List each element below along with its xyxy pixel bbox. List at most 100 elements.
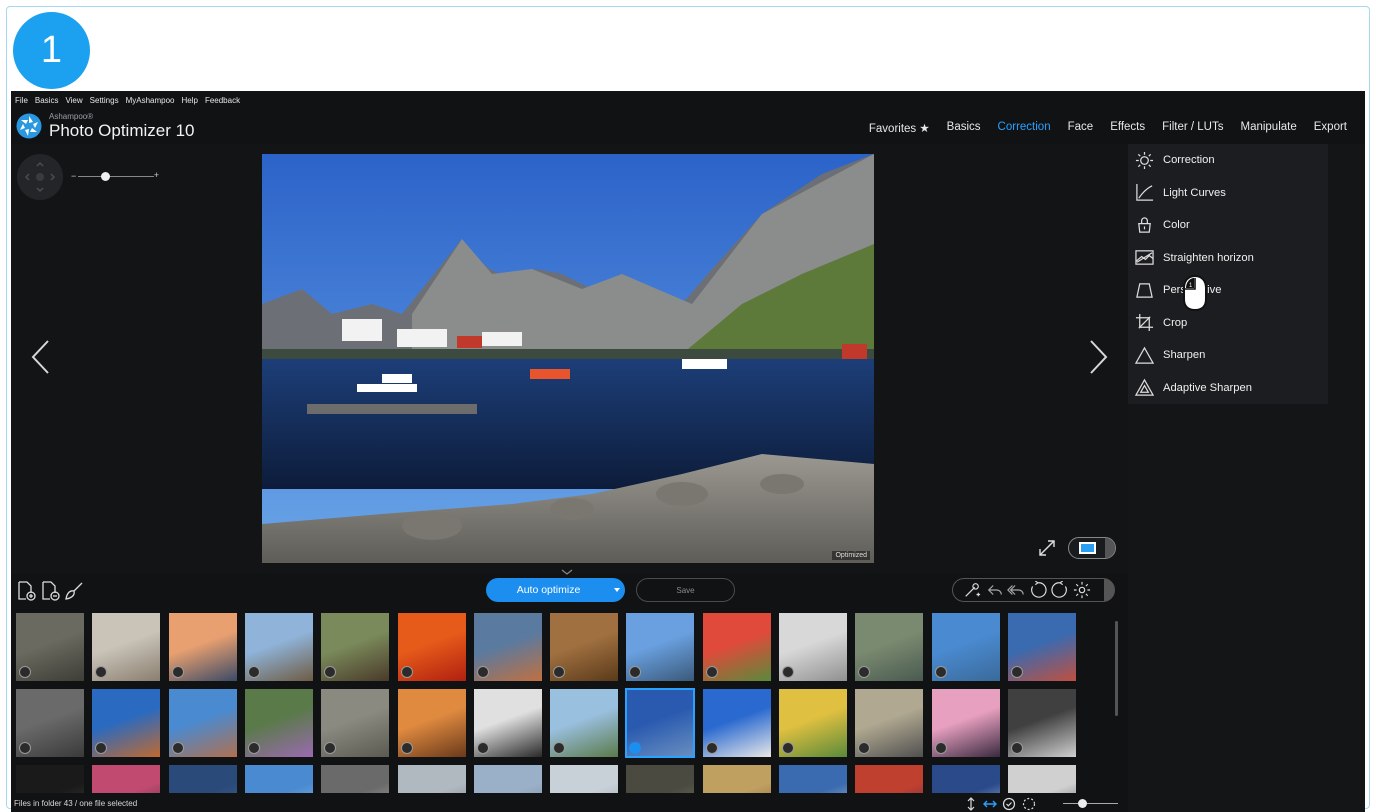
select-circle-icon[interactable] [19, 666, 31, 678]
thumbnail-size-knob[interactable] [1078, 799, 1087, 808]
select-circle-icon[interactable] [705, 742, 718, 754]
menu-view[interactable]: View [65, 96, 82, 105]
thumbnail-item[interactable] [244, 765, 313, 793]
thumbnail-item[interactable] [321, 613, 390, 681]
loading-circle-icon[interactable] [1022, 797, 1036, 811]
thumbnail-item[interactable] [1007, 765, 1076, 793]
thumbnail-item[interactable] [397, 689, 466, 757]
tab-correction[interactable]: Correction [998, 121, 1051, 135]
select-circle-icon[interactable] [95, 666, 108, 678]
thumbnail-item[interactable] [779, 689, 847, 757]
thumbnail-item[interactable] [550, 613, 619, 681]
thumbnail-item[interactable] [16, 765, 84, 793]
select-circle-icon[interactable] [476, 742, 489, 754]
thumbnail-item[interactable] [1007, 613, 1076, 681]
select-circle-icon[interactable] [1010, 742, 1023, 754]
thumbnail-item[interactable] [473, 765, 542, 793]
tab-basics[interactable]: Basics [947, 121, 981, 135]
thumbnail-item[interactable] [168, 765, 237, 793]
thumbnail-item[interactable] [244, 613, 313, 681]
tab-export[interactable]: Export [1314, 121, 1347, 135]
tool-light-curves[interactable]: Light Curves [1128, 177, 1328, 210]
select-circle-icon[interactable] [934, 742, 947, 754]
select-circle-icon[interactable] [19, 742, 31, 754]
tool-perspective[interactable]: Perspective [1128, 274, 1328, 307]
zoom-plus[interactable]: + [154, 170, 159, 180]
tab-favorites[interactable]: Favorites ★ [869, 121, 930, 135]
select-circle-icon[interactable] [171, 742, 184, 754]
thumbnail-item[interactable] [931, 689, 1000, 757]
thumbnail-item[interactable] [779, 765, 847, 793]
zoom-knob[interactable] [101, 172, 110, 181]
vertical-fit-icon[interactable] [964, 797, 978, 811]
zoom-minus[interactable]: − [71, 171, 76, 181]
save-button[interactable]: Save [636, 578, 735, 602]
tool-correction[interactable]: Correction [1128, 144, 1328, 177]
fullscreen-expand-icon[interactable] [1038, 539, 1056, 557]
thumbnail-item[interactable] [626, 765, 695, 793]
rotate-left-icon[interactable] [1029, 581, 1047, 599]
edit-actions-dropdown-icon[interactable] [1104, 579, 1114, 601]
select-circle-icon[interactable] [400, 666, 413, 678]
collapse-chevron-icon[interactable] [561, 569, 573, 575]
next-image-arrow-icon[interactable] [1087, 339, 1109, 375]
settings-gear-icon[interactable] [1073, 581, 1091, 599]
magic-wand-icon[interactable] [963, 581, 981, 599]
zoom-slider[interactable]: − + [71, 170, 159, 183]
select-circle-icon[interactable] [1010, 666, 1023, 678]
tool-straighten-horizon[interactable]: Straighten horizon [1128, 242, 1328, 275]
thumbnail-item[interactable] [16, 613, 84, 681]
select-circle-icon[interactable] [324, 666, 337, 678]
select-circle-icon[interactable] [171, 666, 184, 678]
select-circle-icon[interactable] [858, 666, 871, 678]
tool-sharpen[interactable]: Sharpen [1128, 339, 1328, 372]
select-circle-icon[interactable] [324, 742, 337, 754]
thumbnail-item[interactable] [1007, 689, 1076, 757]
thumbnail-item[interactable] [931, 765, 1000, 793]
selected-check-icon[interactable] [629, 742, 642, 754]
thumbnail-item[interactable] [321, 765, 390, 793]
thumbnail-item[interactable] [550, 689, 619, 757]
thumbnail-item[interactable] [702, 765, 771, 793]
thumbnail-item[interactable] [626, 613, 695, 681]
thumbnail-item[interactable] [92, 765, 161, 793]
horizontal-fit-icon[interactable] [983, 797, 997, 811]
menu-file[interactable]: File [15, 96, 28, 105]
previous-image-arrow-icon[interactable] [30, 339, 52, 375]
thumbnail-scrollbar[interactable] [1115, 621, 1118, 716]
thumbnail-item[interactable] [855, 765, 924, 793]
thumbnail-item[interactable] [550, 765, 619, 793]
undo-icon[interactable] [986, 581, 1004, 599]
thumbnail-item[interactable] [92, 613, 161, 681]
select-circle-icon[interactable] [629, 666, 642, 678]
tool-crop[interactable]: Crop [1128, 307, 1328, 340]
brush-clean-icon[interactable] [64, 581, 84, 601]
rotate-right-icon[interactable] [1051, 581, 1069, 599]
thumbnail-item[interactable] [244, 689, 313, 757]
tool-color[interactable]: Color [1128, 209, 1328, 242]
thumbnail-item[interactable] [321, 689, 390, 757]
thumbnail-item[interactable] [92, 689, 161, 757]
select-circle-icon[interactable] [705, 666, 718, 678]
select-circle-icon[interactable] [858, 742, 871, 754]
thumbnail-item[interactable] [397, 765, 466, 793]
thumbnail-size-slider[interactable] [1063, 799, 1118, 808]
thumbnail-item[interactable] [473, 613, 542, 681]
thumbnail-item[interactable] [702, 613, 771, 681]
select-circle-icon[interactable] [95, 742, 108, 754]
check-circle-icon[interactable] [1002, 797, 1016, 811]
menu-feedback[interactable]: Feedback [205, 96, 240, 105]
thumbnail-item[interactable] [625, 688, 696, 758]
select-circle-icon[interactable] [247, 742, 260, 754]
add-folder-file-icon[interactable] [40, 581, 60, 601]
select-circle-icon[interactable] [782, 742, 794, 754]
select-circle-icon[interactable] [476, 666, 489, 678]
undo-all-icon[interactable] [1007, 581, 1025, 599]
tab-filter-luts[interactable]: Filter / LUTs [1162, 121, 1223, 135]
thumbnail-item[interactable] [779, 613, 847, 681]
select-circle-icon[interactable] [400, 742, 413, 754]
menu-myashampoo[interactable]: MyAshampoo [126, 96, 175, 105]
auto-optimize-dropdown-icon[interactable] [614, 588, 620, 592]
menu-settings[interactable]: Settings [90, 96, 119, 105]
add-file-icon[interactable] [16, 581, 36, 601]
